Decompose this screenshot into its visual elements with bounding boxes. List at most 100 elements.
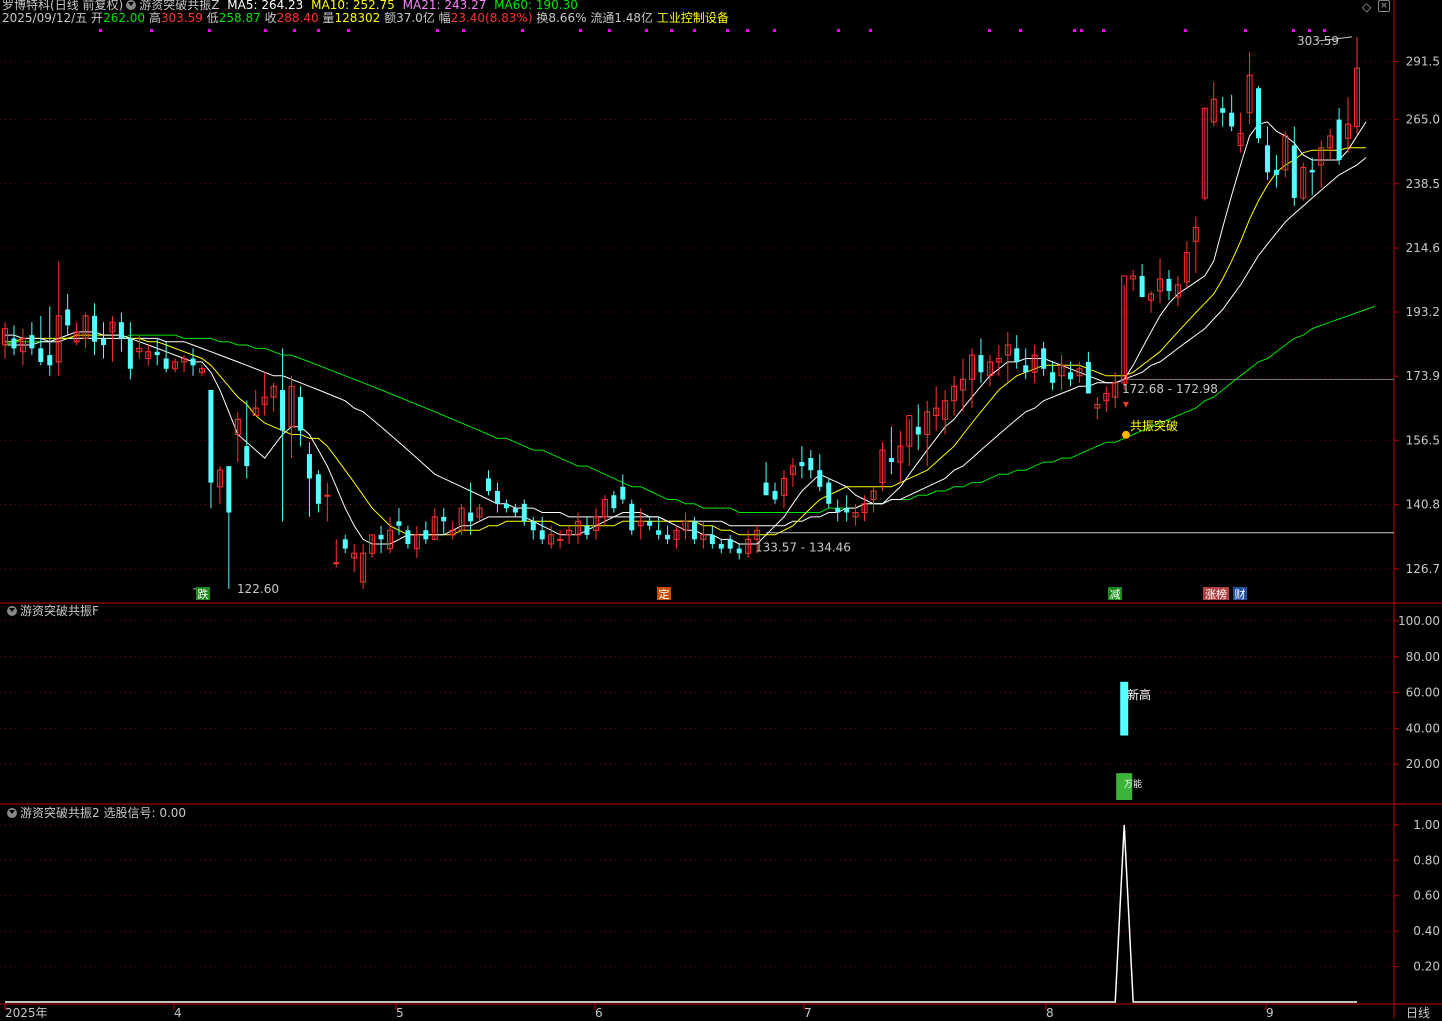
top-marker — [1244, 29, 1247, 32]
candle-body-down — [342, 539, 348, 549]
panel2-title[interactable]: 游资突破共振F — [20, 604, 99, 618]
float-value: 1.48亿 — [614, 11, 654, 25]
signal-arrow-icon — [1123, 401, 1129, 408]
top-marker — [670, 29, 673, 32]
candle-body-down — [736, 548, 742, 554]
top-marker — [988, 29, 991, 32]
top-marker — [1019, 29, 1022, 32]
candle-body-down — [503, 503, 509, 509]
panel2-dropdown-icon[interactable] — [7, 605, 17, 616]
candle-body-down — [978, 355, 984, 373]
candle-body-down — [190, 358, 196, 366]
candle-body-down — [297, 397, 303, 431]
x-tick-label: 7 — [804, 1006, 812, 1018]
candle-body-down — [1139, 275, 1145, 298]
industry-label[interactable]: 工业控制设备 — [657, 11, 729, 25]
low-range-annotation: 133.57 - 134.46 — [755, 541, 851, 555]
candle-body-down — [530, 521, 536, 531]
candle-body-down — [620, 486, 626, 500]
panel3-y-tick-label: 0.60 — [1413, 889, 1440, 903]
top-marker — [208, 29, 211, 32]
diamond-icon[interactable]: ◇ — [1362, 0, 1371, 14]
candle-body-up — [557, 538, 564, 541]
candle-body-down — [647, 521, 653, 526]
candle-body-down — [38, 348, 44, 362]
candle-body-down — [47, 355, 53, 366]
y-tick-label: 140.8 — [1406, 498, 1440, 512]
panel3-dropdown-icon[interactable] — [7, 807, 17, 818]
panel3-title[interactable]: 游资突破共振2 — [20, 806, 100, 820]
candle-body-down — [226, 466, 232, 513]
y-tick-label: 193.2 — [1406, 305, 1440, 319]
candle-body-down — [763, 482, 769, 496]
candle-body-down — [494, 490, 500, 504]
candle-body-down — [691, 521, 697, 540]
close-label: 收 — [264, 11, 277, 25]
candle-body-down — [396, 521, 402, 526]
candle-body-down — [521, 503, 527, 522]
candle-body-down — [835, 508, 841, 513]
candle-body-down — [1309, 169, 1315, 173]
candle-body-down — [844, 508, 850, 513]
high-annotation: 303.59 — [1297, 34, 1339, 48]
candle-body-down — [665, 534, 671, 540]
candle-body-down — [65, 309, 71, 326]
y-tick-label: 214.6 — [1406, 241, 1440, 255]
panel2-y-tick-label: 20.00 — [1406, 757, 1440, 771]
panel3-y-tick-label: 0.40 — [1413, 924, 1440, 938]
x-tick-label: 9 — [1266, 1006, 1274, 1018]
candle-body-down — [1336, 119, 1342, 160]
top-marker — [462, 29, 465, 32]
candle-body-down — [1023, 365, 1029, 373]
candle-body-down — [100, 338, 106, 346]
candle-body-down — [512, 508, 518, 513]
candle-body-down — [1014, 348, 1020, 362]
candle-body-down — [163, 358, 169, 369]
panel2-header: 游资突破共振F — [4, 604, 99, 618]
panel3-header: 游资突破共振2 选股信号: 0.00 — [4, 806, 186, 820]
event-marker-label: 定 — [659, 587, 670, 601]
candle-body-down — [208, 389, 214, 483]
x-tick-label: 5 — [396, 1006, 404, 1018]
top-marker — [869, 29, 872, 32]
top-marker — [1102, 29, 1105, 32]
event-marker-label: 财 — [1235, 587, 1246, 601]
amount-label: 额 — [384, 11, 397, 25]
candle-body-down — [1273, 169, 1279, 175]
candle-body-down — [441, 516, 447, 522]
indicator-dropdown-icon[interactable] — [126, 0, 137, 10]
candle-body-down — [718, 543, 724, 549]
top-marker — [1308, 29, 1311, 32]
candle-body-down — [485, 478, 491, 491]
small-bar-label: 万能 — [1124, 780, 1143, 790]
y-tick-label: 173.9 — [1406, 369, 1440, 383]
low-label: 低 — [206, 11, 219, 25]
period-footer-label[interactable]: 日线 — [1406, 1004, 1430, 1021]
event-marker-label: 涨榜 — [1205, 587, 1227, 601]
y-tick-label: 126.7 — [1406, 562, 1440, 576]
signal-line — [5, 824, 1357, 1003]
candle-body-down — [808, 458, 814, 471]
candle-body-down — [1067, 372, 1073, 380]
candle-body-down — [656, 530, 662, 535]
close-icon[interactable]: × — [1378, 0, 1390, 12]
change-label: 幅 — [438, 11, 451, 25]
signal-value: 选股信号: 0.00 — [103, 806, 187, 820]
candle-body-down — [280, 389, 286, 431]
y-tick-label: 265.0 — [1406, 113, 1440, 127]
candle-body-down — [118, 322, 124, 339]
candle-body-down — [378, 534, 384, 540]
panel3-y-tick-label: 0.20 — [1413, 960, 1440, 974]
candle-body-down — [468, 512, 474, 522]
candle-body-down — [611, 495, 617, 509]
candle-body-down — [154, 351, 160, 356]
top-marker — [837, 29, 840, 32]
turnover-label: 换 — [536, 11, 549, 25]
kline-chart[interactable]: 126.7 140.8 156.5 173.9 193.2 214.6 238.5 265.0… — [0, 0, 1442, 1018]
x-tick-label: 8 — [1046, 1006, 1054, 1018]
y-tick-label: 238.5 — [1406, 177, 1440, 191]
top-marker — [521, 29, 524, 32]
candle-body-down — [127, 338, 133, 369]
top-marker — [1323, 29, 1326, 32]
candle-body-down — [1256, 88, 1262, 139]
